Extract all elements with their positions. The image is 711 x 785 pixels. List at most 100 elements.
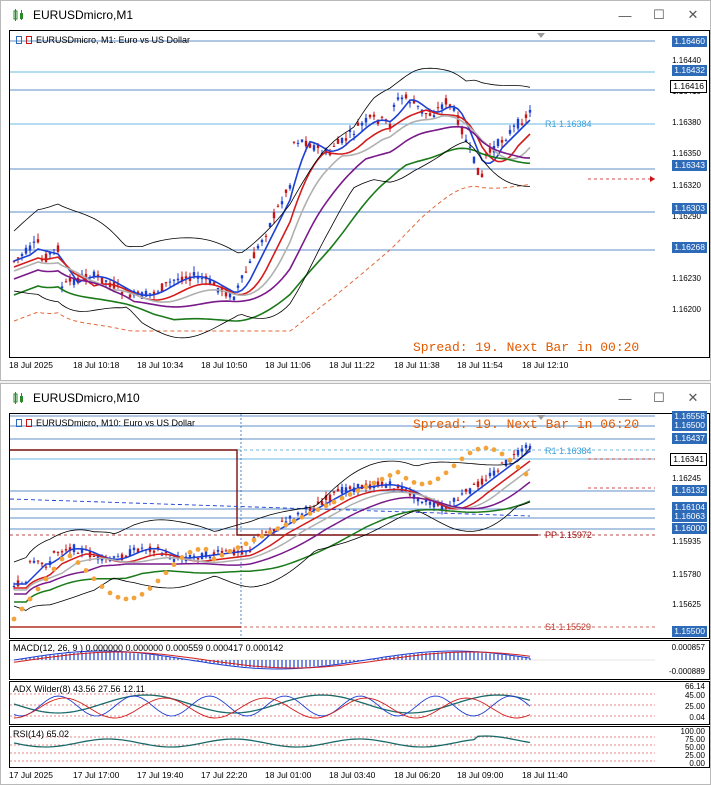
- m10-price-tag: 1.16000: [672, 523, 707, 534]
- candle-body: [28, 245, 32, 251]
- minimize-button[interactable]: —: [608, 1, 642, 29]
- chart-window-icon: [11, 8, 27, 22]
- candle-body: [52, 550, 56, 553]
- candle-body: [44, 253, 48, 262]
- m1-tick-label: 18 Jul 11:38: [394, 360, 440, 370]
- price-axis-m10[interactable]: 1.16245 1.15935 1.15780 1.15625 1.16558 1.165…: [657, 411, 709, 638]
- m10-plot-area[interactable]: [10, 414, 709, 638]
- candle-body: [264, 531, 268, 533]
- time-axis-m1[interactable]: 18 Jul 2025 18 Jul 10:18 18 Jul 10:34 18 Ju…: [9, 360, 710, 374]
- candle-body: [360, 122, 364, 126]
- restore-button[interactable]: ☐: [642, 1, 676, 29]
- candle-body: [452, 107, 456, 111]
- sar-dot: [171, 562, 177, 568]
- sar-dot: [291, 518, 297, 524]
- candle-body: [32, 241, 36, 243]
- price-chart-m10[interactable]: EURUSDmicro, M10: Euro vs US Dollar Spre…: [9, 411, 710, 639]
- sar-dot: [435, 476, 441, 482]
- m10-tick-label: 17 Jul 19:40: [137, 770, 184, 780]
- sar-dot: [323, 503, 329, 509]
- candle-body: [380, 116, 384, 118]
- candle-body: [492, 470, 496, 476]
- candle-body: [484, 479, 488, 481]
- candle-body: [516, 450, 520, 456]
- candle-body: [428, 113, 432, 116]
- m1-scale-label: 1.16440: [672, 56, 701, 65]
- sar-dot: [427, 480, 433, 486]
- sar-dot: [179, 555, 185, 560]
- candle-body: [340, 486, 344, 494]
- macd-label: MACD(12, 26, 9 ) 0.000000 0.000000 0.000…: [13, 643, 284, 653]
- candle-body: [432, 502, 436, 508]
- m10-price-tag: 1.16063: [672, 511, 707, 522]
- candle-body: [364, 117, 368, 123]
- minimize-button[interactable]: —: [608, 384, 642, 412]
- m10-price-tag: 1.16132: [672, 485, 707, 496]
- m1-price-tag: 1.16268: [672, 242, 707, 253]
- candle-body: [460, 127, 464, 135]
- rsi-line: [13, 735, 531, 748]
- candle-body: [480, 173, 484, 178]
- candle-body: [480, 478, 484, 485]
- candle-body: [132, 547, 136, 551]
- candle-body: [44, 566, 48, 568]
- sar-dot: [131, 595, 137, 601]
- m10-tick-label: 17 Jul 17:00: [73, 770, 120, 780]
- m1-price-tag: 1.16343: [672, 160, 707, 171]
- sar-dot: [403, 475, 409, 481]
- chart-label-icon: [26, 36, 32, 44]
- candle-body: [392, 104, 396, 107]
- candle-body: [192, 555, 196, 557]
- macd-panel[interactable]: MACD(12, 26, 9 ) 0.000000 0.000000 0.000…: [9, 640, 710, 680]
- m10-tick-label: 18 Jul 09:00: [457, 770, 504, 780]
- candle-body: [36, 239, 40, 243]
- candle-body: [424, 112, 428, 115]
- rsi-panel[interactable]: RSI(14) 65.02 100.00 75.00 50.00 25.00 0…: [9, 726, 710, 768]
- rsi-plot: [10, 735, 655, 762]
- candle-body: [260, 239, 264, 243]
- candle-body: [320, 501, 324, 506]
- price-chart-m1[interactable]: EURUSDmicro, M1: Euro vs US Dollar R1 1.…: [9, 30, 710, 358]
- candle-body: [232, 296, 236, 300]
- pivot-r1-label: R1 1.16384: [545, 446, 592, 456]
- time-axis-m10[interactable]: 17 Jul 2025 17 Jul 17:00 17 Jul 19:40 17 Ju…: [9, 770, 710, 784]
- adx-panel[interactable]: ADX Wilder(8) 43.56 27.56 12.11 66.14 45…: [9, 681, 710, 725]
- candle-body: [428, 501, 432, 505]
- candle-body: [60, 551, 64, 553]
- candle-body: [216, 549, 220, 552]
- sar-dot: [123, 596, 129, 602]
- m1-plot-area[interactable]: [10, 31, 709, 357]
- restore-button[interactable]: ☐: [642, 384, 676, 412]
- candle-body: [508, 129, 512, 134]
- sar-dot: [283, 522, 289, 528]
- close-button[interactable]: ✕: [676, 1, 710, 29]
- candle-body: [436, 107, 440, 109]
- candle-body: [416, 105, 420, 107]
- sar-dot: [467, 450, 473, 456]
- candle-body: [252, 252, 256, 259]
- sar-dot: [267, 530, 273, 535]
- candle-body: [300, 139, 304, 142]
- candle-body: [172, 279, 176, 281]
- sar-dot: [443, 470, 449, 476]
- candle-body: [340, 137, 344, 144]
- candle-body: [308, 508, 312, 511]
- chart-label-icon: [26, 419, 32, 427]
- price-axis-m1[interactable]: 1.164401.164101.163801.163501.163201.162…: [657, 31, 709, 357]
- m1-scale-label: 1.16230: [672, 274, 701, 283]
- macd-scale-bottom: -0.000889: [668, 667, 705, 676]
- close-button[interactable]: ✕: [676, 384, 710, 412]
- chart-symbol-text: EURUSDmicro, M10: Euro vs US Dollar: [36, 418, 196, 428]
- candle-body: [352, 133, 356, 135]
- sar-dot: [243, 541, 249, 547]
- spread-timer: Spread: 19. Next Bar in 06:20: [413, 417, 640, 432]
- window-titlebar-m10[interactable]: EURUSDmicro,M10 — ☐ ✕: [1, 384, 710, 412]
- window-titlebar-m1[interactable]: EURUSDmicro,M1 — ☐ ✕: [1, 1, 710, 29]
- sar-dot: [507, 457, 513, 463]
- candle-body: [332, 491, 336, 493]
- sar-dot: [419, 481, 425, 487]
- chart-symbol-label: EURUSDmicro, M1: Euro vs US Dollar: [16, 35, 190, 45]
- m1-scale-label: 1.16320: [672, 181, 701, 190]
- m1-price-tag: 1.16460: [672, 36, 707, 47]
- sar-dot: [91, 576, 97, 582]
